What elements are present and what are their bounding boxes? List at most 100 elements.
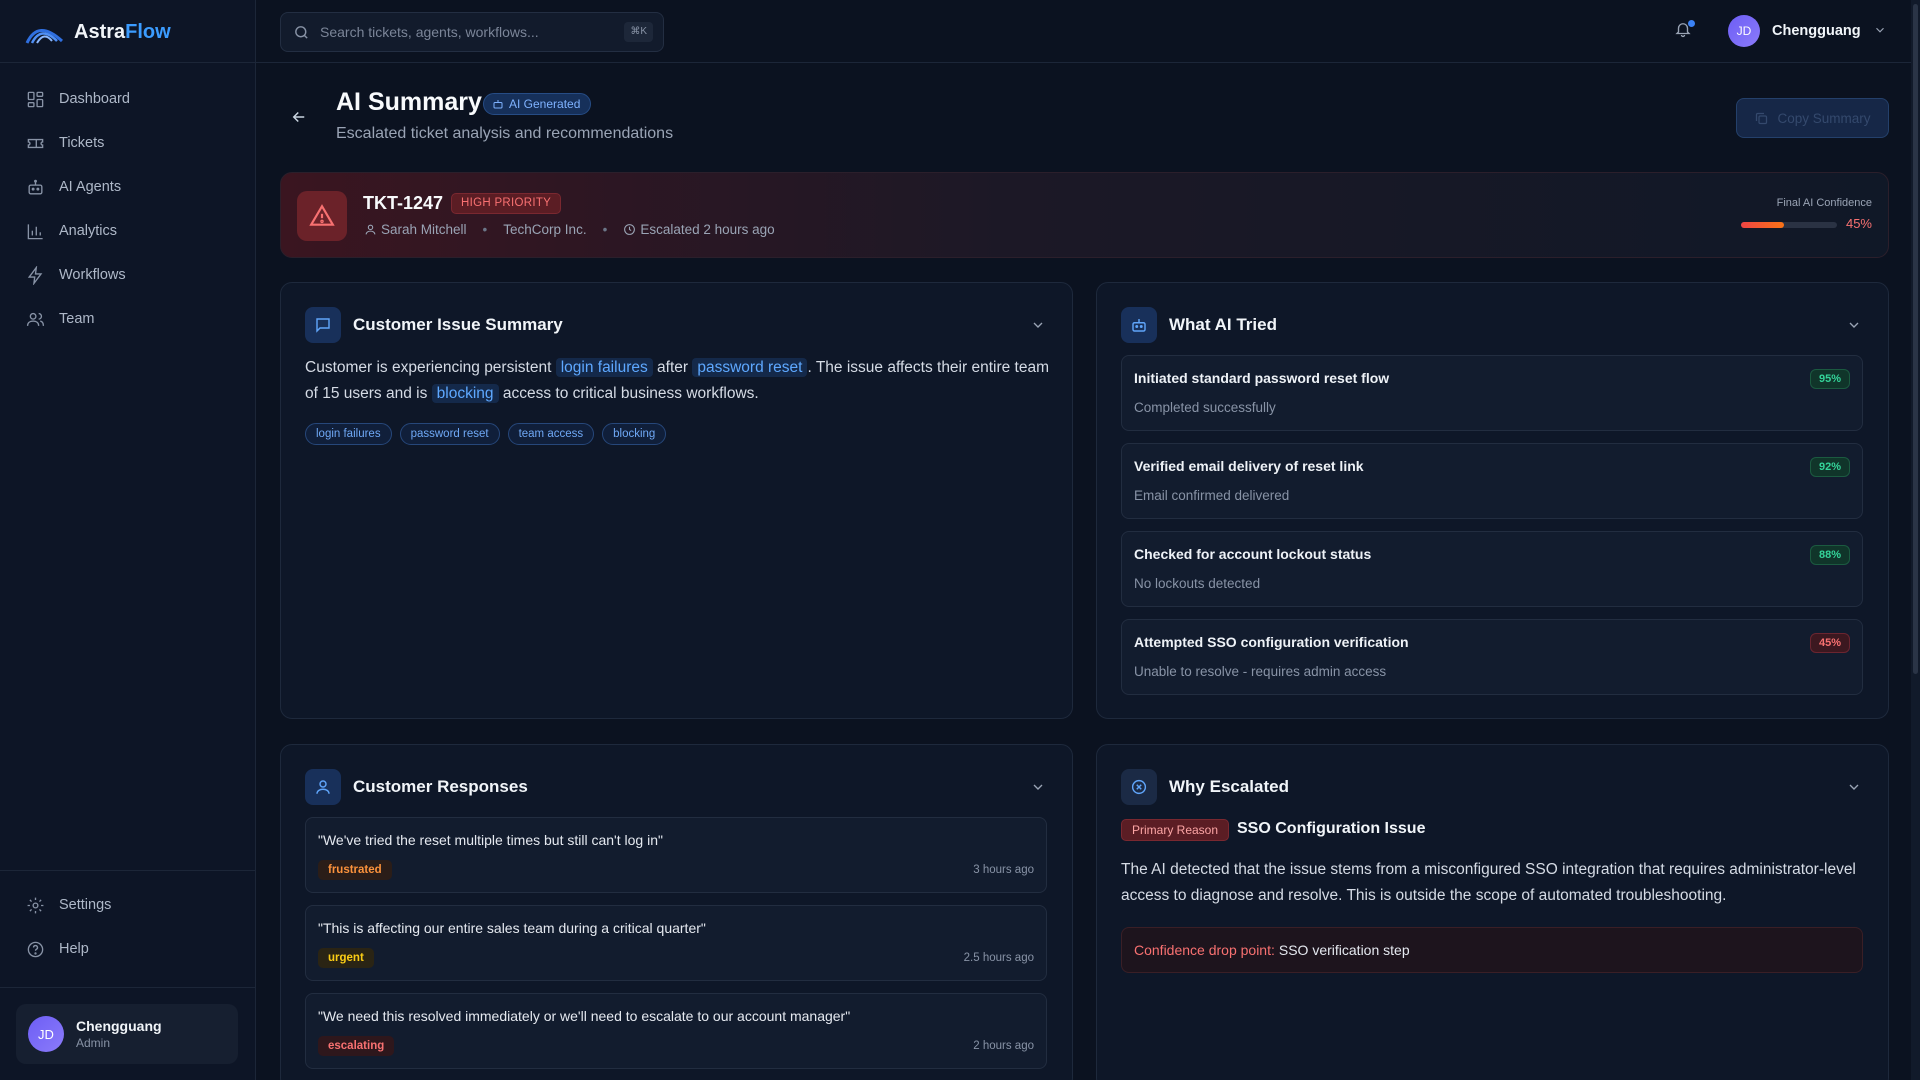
highlight-term: login failures: [555, 358, 653, 377]
sidebar-item-label: Tickets: [59, 135, 105, 151]
avatar: JD: [28, 1016, 64, 1052]
response-time: 3 hours ago: [973, 864, 1034, 876]
step-title: Initiated standard password reset flow: [1134, 370, 1390, 386]
step-title: Verified email delivery of reset link: [1134, 458, 1364, 474]
sidebar-bottom-nav: Settings Help: [16, 886, 240, 974]
clock-icon: [624, 224, 636, 235]
bar-chart-icon: [27, 223, 43, 239]
ticket-meta: Sarah Mitchell • TechCorp Inc. • Escalat…: [364, 222, 775, 237]
step-result: Email confirmed delivered: [1134, 488, 1290, 503]
divider: [0, 870, 256, 871]
sidebar-item-label: Workflows: [59, 267, 126, 283]
search-input[interactable]: [320, 24, 620, 40]
response-quote: "We've tried the reset multiple times bu…: [318, 832, 663, 848]
sidebar-item-ai-agents[interactable]: AI Agents: [16, 168, 240, 206]
response-item[interactable]: "We've tried the reset multiple times bu…: [305, 817, 1047, 893]
sidebar-item-tickets[interactable]: Tickets: [16, 124, 240, 162]
response-item[interactable]: "We need this resolved immediately or we…: [305, 993, 1047, 1069]
sidebar-user-card[interactable]: JD Chengguang Admin: [16, 1004, 238, 1064]
tag[interactable]: login failures: [305, 423, 392, 445]
astraflow-logo-icon: [25, 29, 64, 44]
collapse-button[interactable]: [1030, 779, 1046, 798]
issue-summary-card: Customer Issue Summary Customer is exper…: [280, 282, 1073, 719]
sidebar-item-label: Help: [59, 941, 89, 957]
ai-step[interactable]: Verified email delivery of reset link Em…: [1121, 443, 1863, 519]
brand-name: AstraFlow: [74, 20, 171, 43]
step-confidence-badge: 92%: [1809, 457, 1850, 477]
ticket-company: TechCorp Inc.: [503, 222, 587, 237]
divider: [0, 62, 256, 63]
drop-value: SSO verification step: [1278, 942, 1410, 958]
step-result: No lockouts detected: [1134, 576, 1261, 591]
drop-label: Confidence drop point:: [1134, 942, 1275, 958]
sidebar-nav: Dashboard Tickets AI Agents Analytics Wo…: [16, 80, 240, 344]
ai-step[interactable]: Attempted SSO configuration verification…: [1121, 619, 1863, 695]
step-title: Attempted SSO configuration verification: [1134, 634, 1409, 650]
copy-summary-button[interactable]: Copy Summary: [1736, 98, 1889, 138]
highlight-term: blocking: [431, 384, 499, 403]
separator: •: [602, 222, 608, 237]
reason-description: The AI detected that the issue stems fro…: [1121, 861, 1856, 904]
sidebar-item-dashboard[interactable]: Dashboard: [16, 80, 240, 118]
response-item[interactable]: "This is affecting our entire sales team…: [305, 905, 1047, 981]
ticket-id[interactable]: TKT-1247: [363, 193, 443, 214]
response-quote: "We need this resolved immediately or we…: [318, 1008, 851, 1024]
highlight-term: password reset: [692, 358, 808, 377]
user-menu[interactable]: JD Chengguang: [1728, 15, 1887, 47]
sidebar-item-analytics[interactable]: Analytics: [16, 212, 240, 250]
notification-dot: [1688, 20, 1695, 27]
sidebar-item-label: Analytics: [59, 223, 118, 239]
ai-step[interactable]: Initiated standard password reset flow C…: [1121, 355, 1863, 431]
sidebar-item-label: AI Agents: [59, 179, 122, 195]
chevron-down-icon: [1033, 322, 1043, 328]
chevron-down-icon: [1849, 322, 1859, 328]
badge-label: AI Generated: [509, 97, 581, 111]
priority-badge: HIGH PRIORITY: [451, 193, 562, 214]
page-title: AI Summary: [336, 88, 482, 116]
ticket-customer[interactable]: Sarah Mitchell: [364, 222, 467, 237]
chevron-down-icon: [1033, 784, 1043, 790]
collapse-button[interactable]: [1030, 317, 1046, 336]
search-box[interactable]: ⌘K: [280, 12, 664, 52]
issue-summary-text: Customer is experiencing persistent logi…: [305, 358, 1050, 403]
users-icon: [26, 312, 45, 326]
confidence-value: 45%: [1845, 216, 1872, 231]
user-role: Admin: [76, 1036, 111, 1050]
response-time: 2.5 hours ago: [963, 952, 1034, 964]
ai-step[interactable]: Checked for account lockout status No lo…: [1121, 531, 1863, 607]
brand-logo[interactable]: AstraFlow: [24, 16, 171, 48]
robot-icon: [493, 100, 503, 109]
card-title: Why Escalated: [1169, 777, 1289, 796]
sidebar-item-help[interactable]: Help: [16, 930, 240, 968]
ticket-escalated-time: Escalated 2 hours ago: [623, 222, 775, 237]
card-title: What AI Tried: [1169, 315, 1277, 334]
notifications-button[interactable]: [1674, 20, 1696, 42]
tag[interactable]: password reset: [399, 423, 500, 445]
step-result: Unable to resolve - requires admin acces…: [1134, 664, 1387, 679]
step-confidence-badge: 95%: [1809, 369, 1850, 389]
sentiment-badge: frustrated: [318, 860, 392, 880]
tag[interactable]: blocking: [602, 423, 667, 445]
message-icon: [305, 307, 341, 343]
issue-tags: login failures password reset team acces…: [305, 423, 667, 445]
separator: •: [482, 222, 488, 237]
confidence-bar: [1741, 222, 1837, 228]
scrollbar-thumb[interactable]: [1913, 4, 1918, 674]
sidebar-item-label: Team: [59, 311, 95, 327]
sidebar-item-workflows[interactable]: Workflows: [16, 256, 240, 294]
sidebar-item-team[interactable]: Team: [16, 300, 240, 338]
robot-icon: [1121, 307, 1157, 343]
primary-reason-badge: Primary Reason: [1121, 819, 1230, 841]
tag[interactable]: team access: [507, 423, 595, 445]
sentiment-badge: escalating: [318, 1036, 395, 1056]
warning-icon: [297, 191, 347, 241]
grid-icon: [27, 91, 44, 107]
collapse-button[interactable]: [1846, 317, 1862, 336]
back-button[interactable]: [290, 108, 310, 128]
sidebar-item-settings[interactable]: Settings: [16, 886, 240, 924]
collapse-button[interactable]: [1846, 779, 1862, 798]
confidence-drop-point: Confidence drop point: SSO verification s…: [1121, 927, 1863, 973]
lightning-icon: [27, 265, 43, 285]
button-label: Copy Summary: [1777, 110, 1871, 126]
confidence-label: Final AI Confidence: [1776, 197, 1872, 209]
